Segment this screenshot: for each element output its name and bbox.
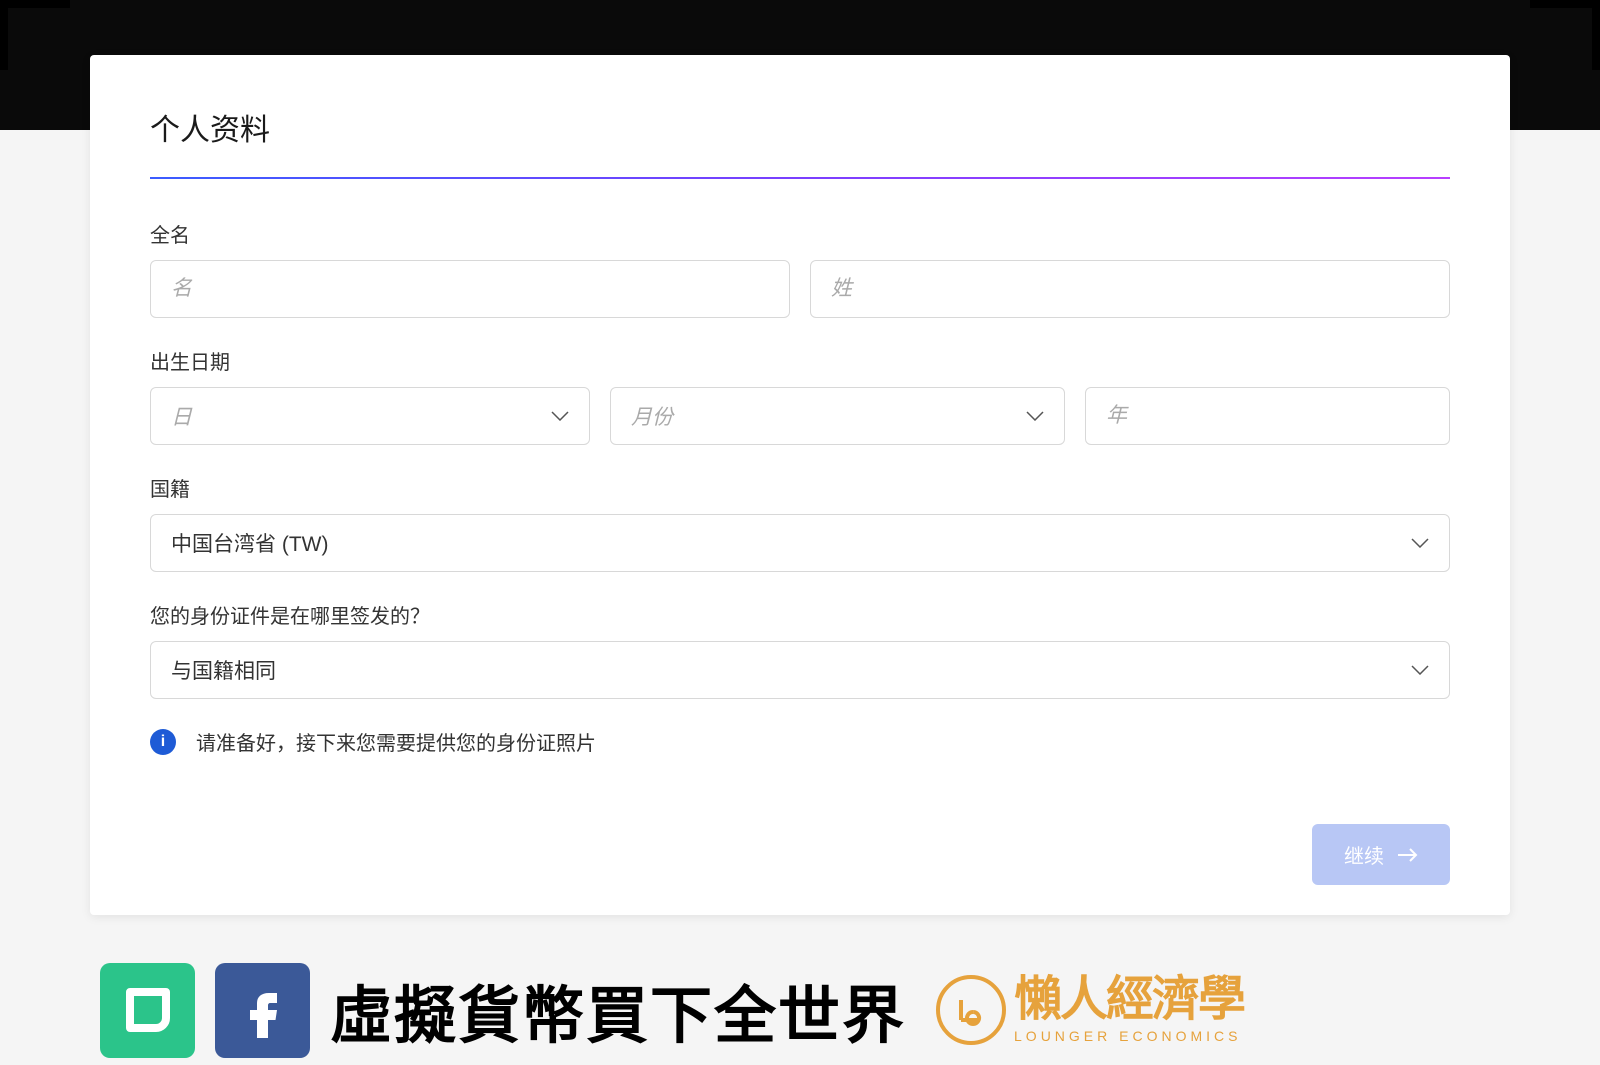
full-name-label: 全名 <box>150 219 1450 248</box>
chevron-down-icon <box>1411 538 1429 548</box>
card-title: 个人资料 <box>150 105 1450 149</box>
nationality-select[interactable]: 中国台湾省 (TW) <box>150 514 1450 572</box>
chevron-down-icon <box>1026 411 1044 421</box>
continue-button[interactable]: 继续 <box>1312 824 1450 885</box>
day-select-text: 日 <box>171 401 192 431</box>
app-logo-icon <box>100 963 195 1058</box>
month-select-text: 月份 <box>631 401 673 431</box>
personal-info-card: 个人资料 全名 出生日期 日 月份 <box>90 55 1510 915</box>
gradient-divider <box>150 177 1450 179</box>
page-wrap: 个人资料 全名 出生日期 日 月份 <box>90 0 1510 1065</box>
id-issue-label: 您的身份证件是在哪里签发的？ <box>150 600 1450 629</box>
nationality-value: 中国台湾省 (TW) <box>171 528 328 558</box>
chevron-down-icon <box>551 411 569 421</box>
arrow-right-icon <box>1398 848 1418 862</box>
last-name-input[interactable] <box>810 260 1450 318</box>
banner-main-text: 虛擬貨幣買下全世界 <box>330 965 906 1055</box>
info-text: 请准备好，接下来您需要提供您的身份证照片 <box>196 727 596 756</box>
continue-label: 继续 <box>1344 840 1384 869</box>
id-issue-select[interactable]: 与国籍相同 <box>150 641 1450 699</box>
month-select[interactable]: 月份 <box>610 387 1065 445</box>
lounger-logo-block: 懶人經濟學 LOUNGER ECONOMICS <box>936 975 1244 1045</box>
id-issue-value: 与国籍相同 <box>171 655 276 685</box>
day-select[interactable]: 日 <box>150 387 590 445</box>
dob-label: 出生日期 <box>150 346 1450 375</box>
lounger-en-text: LOUNGER ECONOMICS <box>1014 1028 1244 1044</box>
facebook-icon <box>215 963 310 1058</box>
info-icon: i <box>150 729 176 755</box>
nationality-label: 国籍 <box>150 473 1450 502</box>
chevron-down-icon <box>1411 665 1429 675</box>
bottom-banner: 虛擬貨幣買下全世界 懶人經濟學 LOUNGER ECONOMICS <box>100 955 1570 1065</box>
year-input[interactable] <box>1085 387 1450 445</box>
lounger-circle-icon <box>936 975 1006 1045</box>
lounger-cn-text: 懶人經濟學 <box>1014 976 1244 1024</box>
info-row: i 请准备好，接下来您需要提供您的身份证照片 <box>150 727 1450 756</box>
first-name-input[interactable] <box>150 260 790 318</box>
